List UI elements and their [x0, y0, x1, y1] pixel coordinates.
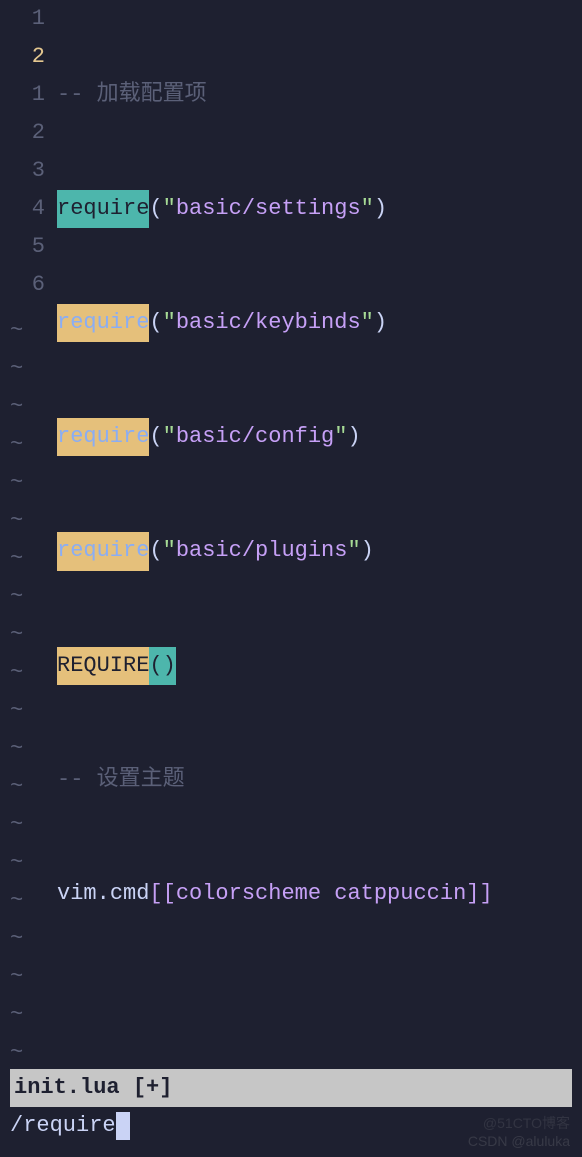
- quote: ": [163, 304, 176, 342]
- line-number: 4: [0, 190, 45, 228]
- line-number: 1: [0, 0, 45, 38]
- search-command: /require: [10, 1107, 116, 1145]
- tilde-icon: ~: [10, 654, 23, 692]
- identifier: vim: [57, 875, 97, 913]
- tilde-icon: ~: [10, 1034, 23, 1072]
- status-bar: init.lua [+]: [10, 1069, 572, 1107]
- tilde-icon: ~: [10, 388, 23, 426]
- identifier: cmd: [110, 875, 150, 913]
- search-match-caps: REQUIRE: [57, 647, 149, 685]
- code-line[interactable]: require("basic/config"): [57, 418, 582, 456]
- filename-status: init.lua [+]: [14, 1075, 172, 1100]
- tilde-icon: ~: [10, 616, 23, 654]
- string-literal: basic/plugins: [176, 532, 348, 570]
- editor-pane[interactable]: 1 2 1 2 3 4 5 6 -- 加载配置项 require("basic/…: [0, 0, 582, 1157]
- tilde-icon: ~: [10, 426, 23, 464]
- code-line[interactable]: -- 设置主题: [57, 761, 582, 799]
- code-line[interactable]: -- 加载配置项: [57, 76, 582, 114]
- tilde-icon: ~: [10, 806, 23, 844]
- paren: (: [149, 190, 162, 228]
- tilde-icon: ~: [10, 844, 23, 882]
- search-match: require: [57, 304, 149, 342]
- quote: ": [361, 304, 374, 342]
- tilde-icon: ~: [10, 996, 23, 1034]
- matching-parens: (): [149, 647, 175, 685]
- dot-operator: .: [97, 875, 110, 913]
- quote: ": [163, 418, 176, 456]
- paren: ): [361, 532, 374, 570]
- paren: ): [374, 304, 387, 342]
- search-match: require: [57, 532, 149, 570]
- tilde-icon: ~: [10, 464, 23, 502]
- string-literal: basic/config: [176, 418, 334, 456]
- line-number-gutter: 1 2 1 2 3 4 5 6: [0, 0, 57, 1157]
- quote: ": [163, 532, 176, 570]
- line-number: 2: [0, 114, 45, 152]
- paren: (: [149, 532, 162, 570]
- string-literal: basic/settings: [176, 190, 361, 228]
- quote: ": [347, 532, 360, 570]
- tilde-icon: ~: [10, 578, 23, 616]
- tilde-icon: ~: [10, 920, 23, 958]
- code-area[interactable]: -- 加载配置项 require("basic/settings") requi…: [57, 0, 582, 1157]
- paren: ): [374, 190, 387, 228]
- code-line[interactable]: vim.cmd[[colorscheme catppuccin]]: [57, 875, 582, 913]
- line-number: 3: [0, 152, 45, 190]
- line-number-current: 2: [0, 38, 45, 76]
- tilde-icon: ~: [10, 768, 23, 806]
- paren: ): [347, 418, 360, 456]
- watermark-text: CSDN @aluluka: [468, 1129, 570, 1153]
- quote: ": [334, 418, 347, 456]
- code-line[interactable]: require("basic/plugins"): [57, 532, 582, 570]
- quote: ": [163, 190, 176, 228]
- line-number: 1: [0, 76, 45, 114]
- tilde-icon: ~: [10, 312, 23, 350]
- tilde-icon: ~: [10, 958, 23, 996]
- tilde-icon: ~: [10, 882, 23, 920]
- cursor-block: [116, 1112, 130, 1140]
- lua-long-string: [[colorscheme catppuccin]]: [149, 875, 492, 913]
- tilde-icon: ~: [10, 692, 23, 730]
- tilde-icon: ~: [10, 730, 23, 768]
- code-line-current[interactable]: require("basic/settings"): [57, 190, 582, 228]
- comment-text: -- 加载配置项: [57, 76, 207, 114]
- search-match-current: require: [57, 190, 149, 228]
- comment-text: -- 设置主题: [57, 761, 185, 799]
- tilde-icon: ~: [10, 350, 23, 388]
- line-number: 6: [0, 266, 45, 304]
- tilde-icon: ~: [10, 502, 23, 540]
- paren: (: [149, 418, 162, 456]
- quote: ": [361, 190, 374, 228]
- code-line[interactable]: REQUIRE(): [57, 647, 582, 685]
- string-literal: basic/keybinds: [176, 304, 361, 342]
- tilde-icon: ~: [10, 540, 23, 578]
- search-match: require: [57, 418, 149, 456]
- line-number: 5: [0, 228, 45, 266]
- empty-line-tildes: ~ ~ ~ ~ ~ ~ ~ ~ ~ ~ ~ ~ ~ ~ ~ ~ ~ ~ ~ ~: [10, 312, 23, 1072]
- code-line[interactable]: require("basic/keybinds"): [57, 304, 582, 342]
- paren: (: [149, 304, 162, 342]
